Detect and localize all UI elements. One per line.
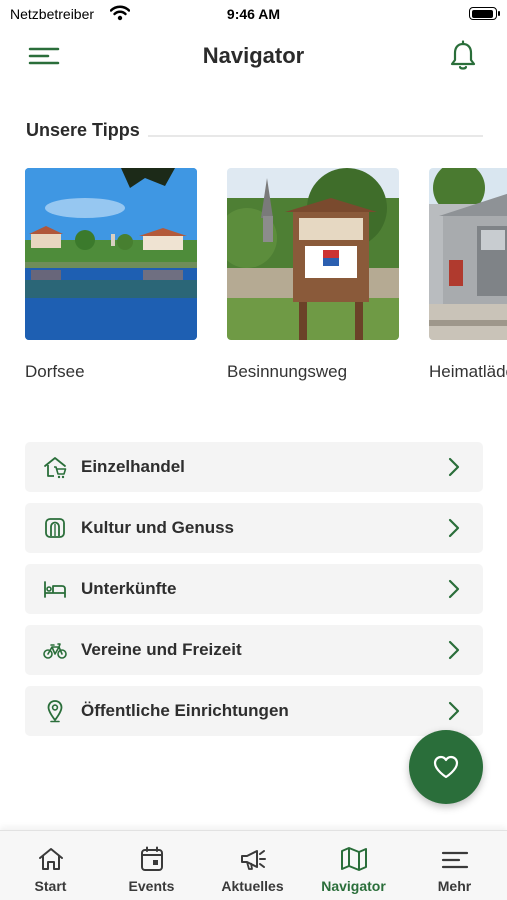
tip-label: Besinnungsweg bbox=[227, 362, 348, 381]
tip-image-dorfsee bbox=[25, 168, 197, 340]
map-icon bbox=[340, 847, 367, 871]
tip-label: Dorfsee bbox=[25, 362, 85, 381]
menu-icon bbox=[441, 851, 468, 869]
tip-image-heimatlaeden bbox=[429, 168, 507, 340]
category-label: Kultur und Genuss bbox=[81, 518, 234, 537]
category-label: Unterkünfte bbox=[81, 579, 177, 598]
tab-label: Events bbox=[128, 878, 175, 894]
status-bar: Netzbetreiber 9:46 AM bbox=[0, 0, 507, 28]
tab-label: Aktuelles bbox=[221, 878, 284, 894]
tip-image-besinnungsweg bbox=[227, 168, 399, 340]
category-item-einzelhandel[interactable]: Einzelhandel bbox=[25, 442, 483, 492]
bed-icon bbox=[44, 581, 66, 598]
category-label: Vereine und Freizeit bbox=[81, 640, 242, 659]
tab-mehr[interactable]: Mehr bbox=[404, 831, 505, 900]
tab-start[interactable]: Start bbox=[0, 831, 101, 900]
shop-icon bbox=[44, 457, 67, 479]
category-label: Öffentliche Einrichtungen bbox=[81, 701, 289, 720]
location-pin-icon bbox=[47, 700, 63, 723]
chevron-right-icon bbox=[448, 579, 460, 599]
tab-navigator[interactable]: Navigator bbox=[303, 831, 404, 900]
chevron-right-icon bbox=[448, 701, 460, 721]
tips-divider bbox=[148, 135, 483, 137]
chevron-right-icon bbox=[448, 457, 460, 477]
chevron-right-icon bbox=[448, 640, 460, 660]
bicycle-icon bbox=[43, 643, 67, 659]
tab-events[interactable]: Events bbox=[101, 831, 202, 900]
tab-label: Navigator bbox=[321, 878, 386, 894]
status-time: 9:46 AM bbox=[226, 6, 281, 22]
tab-label: Start bbox=[34, 878, 67, 894]
tip-card-dorfsee[interactable]: Dorfsee bbox=[25, 168, 197, 381]
tab-aktuelles[interactable]: Aktuelles bbox=[202, 831, 303, 900]
category-item-vereine[interactable]: Vereine und Freizeit bbox=[25, 625, 483, 675]
notification-bell-icon[interactable] bbox=[447, 40, 479, 72]
tip-label: Heimatläden bbox=[429, 362, 507, 381]
megaphone-icon bbox=[240, 850, 266, 870]
tip-card-besinnungsweg[interactable]: Besinnungsweg bbox=[227, 168, 399, 381]
favorites-button[interactable] bbox=[409, 730, 483, 804]
home-icon bbox=[38, 848, 63, 870]
chevron-right-icon bbox=[448, 518, 460, 538]
calendar-icon bbox=[140, 846, 163, 871]
battery-icon bbox=[469, 7, 500, 20]
page-title: Navigator bbox=[202, 43, 305, 68]
app-header: Navigator bbox=[0, 28, 507, 84]
tab-label: Mehr bbox=[437, 878, 472, 894]
heart-icon bbox=[433, 755, 459, 779]
category-item-oeffentlich[interactable]: Öffentliche Einrichtungen bbox=[25, 686, 483, 736]
category-list: Einzelhandel Kultur und Genuss Unterkünf… bbox=[25, 442, 483, 747]
category-label: Einzelhandel bbox=[81, 457, 185, 476]
category-item-unterkuenfte[interactable]: Unterkünfte bbox=[25, 564, 483, 614]
tip-card-heimatlaeden[interactable]: Heimatläden bbox=[429, 168, 507, 381]
tips-carousel[interactable]: Dorfsee Besinnungsweg Heimatläd bbox=[0, 168, 507, 388]
tab-bar: Start Events Aktuelles Navigator Mehr bbox=[0, 830, 507, 900]
culture-icon bbox=[45, 518, 65, 538]
category-item-kultur[interactable]: Kultur und Genuss bbox=[25, 503, 483, 553]
tips-heading: Unsere Tipps bbox=[26, 120, 140, 140]
